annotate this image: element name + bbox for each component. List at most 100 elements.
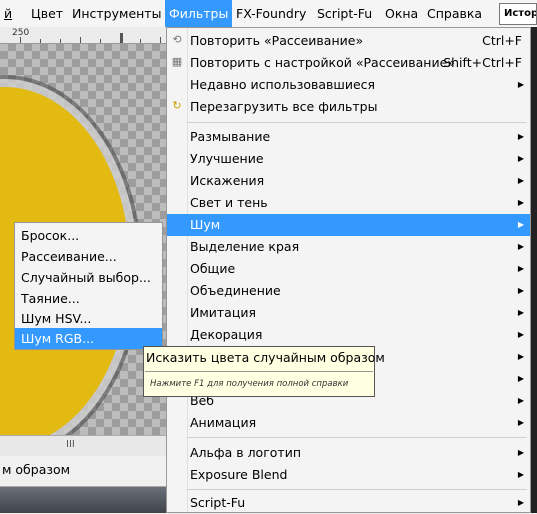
submenu-arrow-icon: ▶ [517, 498, 524, 507]
tooltip-text: Исказить цвета случайным образом [146, 350, 385, 365]
submenu-arrow-icon: ▶ [517, 374, 524, 383]
tooltip-help-hint: Нажмите F1 для получения полной справки [150, 379, 349, 389]
menu-item-shortcut: Ctrl+F [482, 33, 522, 48]
menu-item-recently-used[interactable]: Недавно использовавшиеся ▶ [167, 74, 530, 96]
submenu-item-rgb-noise[interactable]: Шум RGB... [15, 328, 162, 349]
menu-item-generic[interactable]: Общие ▶ [167, 258, 530, 280]
menu-image[interactable]: й [4, 0, 12, 27]
submenu-arrow-icon: ▶ [517, 418, 524, 427]
menu-item-label: Script-Fu [190, 495, 246, 510]
menu-item-noise[interactable]: Шум ▶ [167, 214, 530, 236]
submenu-arrow-icon: ▶ [517, 198, 524, 207]
status-text: м образом [2, 462, 71, 477]
menu-item-enhance[interactable]: Улучшение ▶ [167, 148, 530, 170]
ruler-tick [80, 37, 81, 43]
menu-item-alpha-to-logo[interactable]: Альфа в логотип ▶ [167, 442, 530, 464]
noise-submenu: Бросок... Рассеивание... Случайный выбор… [14, 222, 163, 350]
menu-item-label: Улучшение [190, 151, 264, 166]
menu-item-label: Выделение края [190, 239, 300, 254]
menu-item-label: Искажения [190, 173, 265, 188]
menu-tools[interactable]: Инструменты [72, 0, 161, 27]
ruler-tick [20, 37, 21, 43]
submenu-item-hsv-noise[interactable]: Шум HSV... [15, 308, 162, 329]
horizontal-scrollbar[interactable]: III [0, 435, 170, 457]
menu-item-decor[interactable]: Декорация ▶ [167, 324, 530, 346]
ruler-tick [100, 39, 101, 43]
ruler-tick [140, 39, 141, 43]
submenu-item-spread[interactable]: Рассеивание... [15, 246, 162, 267]
ruler-tick [160, 37, 161, 43]
menu-item-label: Размывание [190, 129, 271, 144]
menu-item-repeat-filter[interactable]: ⟲ Повторить «Рассеивание» Ctrl+F [167, 30, 530, 52]
submenu-arrow-icon: ▶ [517, 330, 524, 339]
scrollbar-grip[interactable]: III [66, 439, 75, 450]
menu-item-label: Альфа в логотип [190, 445, 301, 460]
submenu-item-label: Таяние... [21, 291, 80, 306]
menu-item-label: Анимация [190, 415, 257, 430]
menu-item-script-fu[interactable]: Script-Fu ▶ [167, 492, 530, 514]
menu-item-label: Общие [190, 261, 236, 276]
menu-item-light-shadow[interactable]: Свет и тень ▶ [167, 192, 530, 214]
reshow-filter-icon: ▦ [171, 55, 183, 68]
submenu-item-hurl[interactable]: Бросок... [15, 225, 162, 246]
menu-item-reshow-filter[interactable]: ▦ Повторить с настройкой «Рассеивание» S… [167, 52, 530, 74]
submenu-item-label: Бросок... [21, 228, 80, 243]
submenu-arrow-icon: ▶ [517, 154, 524, 163]
menu-image-label: й [4, 6, 13, 21]
ruler-pointer [120, 33, 123, 43]
submenu-item-label: Шум HSV... [21, 311, 92, 326]
menu-item-label: Имитация [190, 305, 256, 320]
menu-bar: й Цвет Инструменты Фильтры FX-Foundry Sc… [0, 0, 537, 28]
menu-item-reload-filters[interactable]: ↻ Перезагрузить все фильтры [167, 96, 530, 118]
submenu-arrow-icon: ▶ [517, 448, 524, 457]
submenu-arrow-icon: ▶ [517, 352, 524, 361]
menu-item-animation[interactable]: Анимация ▶ [167, 412, 530, 434]
menu-item-label: Повторить «Рассеивание» [190, 33, 364, 48]
submenu-item-pick[interactable]: Случайный выбор... [15, 267, 162, 288]
menu-help[interactable]: Справка [427, 0, 482, 27]
menu-item-edge-detect[interactable]: Выделение края ▶ [167, 236, 530, 258]
submenu-item-label: Шум RGB... [21, 331, 95, 346]
image-thumbnail-strip [0, 487, 170, 513]
menu-item-label: Exposure Blend [190, 467, 288, 482]
menu-item-exposure-blend[interactable]: Exposure Blend ▶ [167, 464, 530, 486]
menu-filters[interactable]: Фильтры [165, 0, 233, 27]
menu-item-label: Шум [190, 217, 221, 232]
menu-item-label: Объединение [190, 283, 281, 298]
reload-filters-icon: ↻ [172, 99, 182, 112]
submenu-arrow-icon: ▶ [517, 396, 524, 405]
menu-item-label: Повторить с настройкой «Рассеивание» [190, 55, 455, 70]
submenu-arrow-icon: ▶ [517, 220, 524, 229]
menu-color[interactable]: Цвет [31, 0, 63, 27]
horizontal-ruler[interactable]: 250 [0, 27, 170, 44]
submenu-arrow-icon: ▶ [517, 242, 524, 251]
menu-item-label: Недавно использовавшиеся [190, 77, 376, 92]
menu-item-artistic[interactable]: Имитация ▶ [167, 302, 530, 324]
submenu-arrow-icon: ▶ [517, 80, 524, 89]
submenu-item-slur[interactable]: Таяние... [15, 288, 162, 309]
menu-item-blur[interactable]: Размывание ▶ [167, 126, 530, 148]
menu-item-combine[interactable]: Объединение ▶ [167, 280, 530, 302]
menu-separator [187, 437, 527, 438]
history-tab[interactable]: Истор [499, 3, 537, 25]
submenu-arrow-icon: ▶ [517, 308, 524, 317]
status-bar: м образом [0, 456, 170, 487]
menu-separator [187, 122, 527, 123]
ruler-tick [40, 39, 41, 43]
filters-dropdown: ⟲ Повторить «Рассеивание» Ctrl+F ▦ Повто… [166, 27, 531, 513]
submenu-arrow-icon: ▶ [517, 132, 524, 141]
menu-item-label: Свет и тень [190, 195, 268, 210]
menu-windows[interactable]: Окна [385, 0, 418, 27]
tooltip-separator [145, 371, 373, 372]
menu-item-distorts[interactable]: Искажения ▶ [167, 170, 530, 192]
menu-item-shortcut: Shift+Ctrl+F [443, 55, 522, 70]
tooltip: Исказить цвета случайным образом Нажмите… [143, 346, 385, 397]
submenu-arrow-icon: ▶ [517, 176, 524, 185]
menu-item-label: Перезагрузить все фильтры [190, 99, 378, 114]
submenu-item-label: Рассеивание... [21, 249, 117, 264]
menu-fx-foundry[interactable]: FX-Foundry [236, 0, 306, 27]
menu-script-fu[interactable]: Script-Fu [317, 0, 372, 27]
menu-separator [187, 489, 527, 490]
menu-item-label: Декорация [190, 327, 263, 342]
ruler-tick [60, 39, 61, 43]
